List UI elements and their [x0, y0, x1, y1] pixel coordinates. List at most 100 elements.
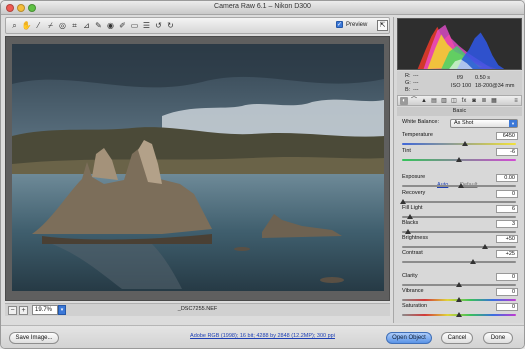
title-bar: Camera Raw 6.1 – Nikon D300: [1, 1, 524, 15]
white-balance-tool-icon[interactable]: ⁄: [33, 20, 44, 31]
chevron-down-icon: ▾: [509, 120, 517, 127]
right-panel: R: --- G: --- B: --- f/9 0.50 s ISO 100 …: [393, 17, 524, 323]
slider-knob[interactable]: [456, 312, 462, 317]
slider-knob[interactable]: [400, 199, 406, 204]
slider-value[interactable]: +25: [496, 250, 518, 258]
slider-knob[interactable]: [482, 244, 488, 249]
tint-slider[interactable]: Tint -6: [402, 148, 518, 164]
slider-track[interactable]: [402, 143, 516, 145]
graduated-filter-icon[interactable]: ▭: [129, 20, 140, 31]
r-label: R:: [405, 73, 411, 79]
cancel-button[interactable]: Cancel: [441, 332, 473, 344]
slider-label: Contrast: [402, 250, 423, 256]
preferences-icon[interactable]: ☰: [141, 20, 152, 31]
slider-value[interactable]: 0: [496, 273, 518, 281]
slider-label: Vibrance: [402, 288, 424, 294]
g-label: G:: [405, 80, 411, 86]
toolbar: ⌕ ✋ ⁄ ⌿ ◎ ⌗ ⊿ ✎ ◉ ✐ ▭ ☰ ↺ ↻ ✓ Preview ⇱: [5, 17, 390, 34]
status-bar: − + 19.7% ▾ _DSC7255.NEF: [5, 303, 390, 316]
red-eye-tool-icon[interactable]: ◉: [105, 20, 116, 31]
slider-knob[interactable]: [456, 282, 462, 287]
tab-snapshots-icon[interactable]: ▦: [490, 97, 498, 105]
preview-checkbox[interactable]: ✓: [336, 21, 343, 28]
slider-track[interactable]: [402, 246, 516, 248]
tab-lens-corrections-icon[interactable]: ◫: [450, 97, 458, 105]
white-balance-select[interactable]: As Shot ▾: [450, 119, 518, 128]
histogram: [397, 18, 522, 70]
straighten-tool-icon[interactable]: ⊿: [81, 20, 92, 31]
slider-knob[interactable]: [470, 259, 476, 264]
slider-label: Tint: [402, 148, 411, 154]
temperature-slider[interactable]: Temperature 6450: [402, 132, 518, 148]
panel-tabs: ◐ ⌒ ▲ ▤ ▥ ◫ fx ◙ ≣ ▦ ≡: [397, 95, 522, 106]
slider-track[interactable]: [402, 231, 516, 233]
tab-split-toning-icon[interactable]: ▥: [440, 97, 448, 105]
targeted-adjustment-tool-icon[interactable]: ◎: [57, 20, 68, 31]
slider-value[interactable]: 0: [496, 303, 518, 311]
tab-hsl-icon[interactable]: ▤: [430, 97, 438, 105]
slider-value[interactable]: 3: [496, 220, 518, 228]
recovery-slider[interactable]: Recovery 0: [400, 190, 518, 206]
slider-value[interactable]: 0.00: [496, 174, 518, 182]
open-object-button[interactable]: Open Object: [386, 332, 432, 344]
hand-tool-icon[interactable]: ✋: [21, 20, 32, 31]
tab-tone-curve-icon[interactable]: ⌒: [410, 97, 418, 105]
adjustment-brush-icon[interactable]: ✐: [117, 20, 128, 31]
saturation-slider[interactable]: Saturation 0: [402, 303, 518, 319]
rotate-cw-icon[interactable]: ↻: [165, 20, 176, 31]
slider-knob[interactable]: [405, 229, 411, 234]
vibrance-slider[interactable]: Vibrance 0: [402, 288, 518, 304]
slider-label: Recovery: [402, 190, 426, 196]
preview-label: Preview: [346, 21, 368, 28]
exposure-slider[interactable]: Exposure 0.00: [402, 174, 518, 190]
slider-value[interactable]: 6450: [496, 132, 518, 140]
spot-removal-tool-icon[interactable]: ✎: [93, 20, 104, 31]
brightness-slider[interactable]: Brightness +50: [402, 235, 518, 251]
blacks-slider[interactable]: Blacks 3: [402, 220, 518, 236]
window-title: Camera Raw 6.1 – Nikon D300: [214, 3, 311, 10]
slider-label: Blacks: [402, 220, 419, 226]
image-canvas[interactable]: [5, 36, 390, 301]
clarity-slider[interactable]: Clarity 0: [402, 273, 518, 289]
slider-knob[interactable]: [458, 183, 464, 188]
slider-label: Fill Light: [402, 205, 423, 211]
photo-preview: [12, 44, 384, 291]
tab-camera-calibration-icon[interactable]: ◙: [470, 97, 478, 105]
slider-label: Brightness: [402, 235, 428, 241]
fullscreen-icon[interactable]: ⇱: [377, 20, 388, 31]
slider-track[interactable]: [402, 201, 516, 203]
info-readout: R: --- G: --- B: --- f/9 0.50 s ISO 100 …: [397, 71, 522, 95]
slider-knob[interactable]: [456, 157, 462, 162]
panel-menu-icon[interactable]: ≡: [512, 97, 520, 105]
slider-knob[interactable]: [456, 297, 462, 302]
slider-knob[interactable]: [407, 214, 413, 219]
slider-label: Temperature: [402, 132, 433, 138]
slider-value[interactable]: 0: [496, 190, 518, 198]
camera-raw-window: Camera Raw 6.1 – Nikon D300 ⌕ ✋ ⁄ ⌿ ◎ ⌗ …: [0, 0, 525, 349]
rotate-ccw-icon[interactable]: ↺: [153, 20, 164, 31]
slider-label: Clarity: [402, 273, 418, 279]
slider-value[interactable]: +50: [496, 235, 518, 243]
contrast-slider[interactable]: Contrast +25: [402, 250, 518, 266]
fill-light-slider[interactable]: Fill Light 6: [402, 205, 518, 221]
shutter-value: 0.50 s: [475, 75, 490, 81]
zoom-tool-icon[interactable]: ⌕: [9, 20, 20, 31]
slider-value[interactable]: 6: [496, 205, 518, 213]
slider-knob[interactable]: [462, 141, 468, 146]
slider-label: Exposure: [402, 174, 426, 180]
tab-basic-icon[interactable]: ◐: [400, 97, 408, 105]
preview-toggle[interactable]: ✓ Preview: [336, 21, 367, 28]
crop-tool-icon[interactable]: ⌗: [69, 20, 80, 31]
slider-value[interactable]: 0: [496, 288, 518, 296]
r-value: ---: [413, 73, 419, 79]
color-sampler-tool-icon[interactable]: ⌿: [45, 20, 56, 31]
slider-value[interactable]: -6: [496, 148, 518, 156]
done-button[interactable]: Done: [483, 332, 513, 344]
tab-effects-icon[interactable]: fx: [460, 97, 468, 105]
slider-track[interactable]: [402, 261, 516, 263]
panel-title: Basic: [397, 107, 522, 116]
tab-presets-icon[interactable]: ≣: [480, 97, 488, 105]
b-label: B:: [405, 87, 411, 93]
slider-track[interactable]: [402, 216, 516, 218]
tab-detail-icon[interactable]: ▲: [420, 97, 428, 105]
